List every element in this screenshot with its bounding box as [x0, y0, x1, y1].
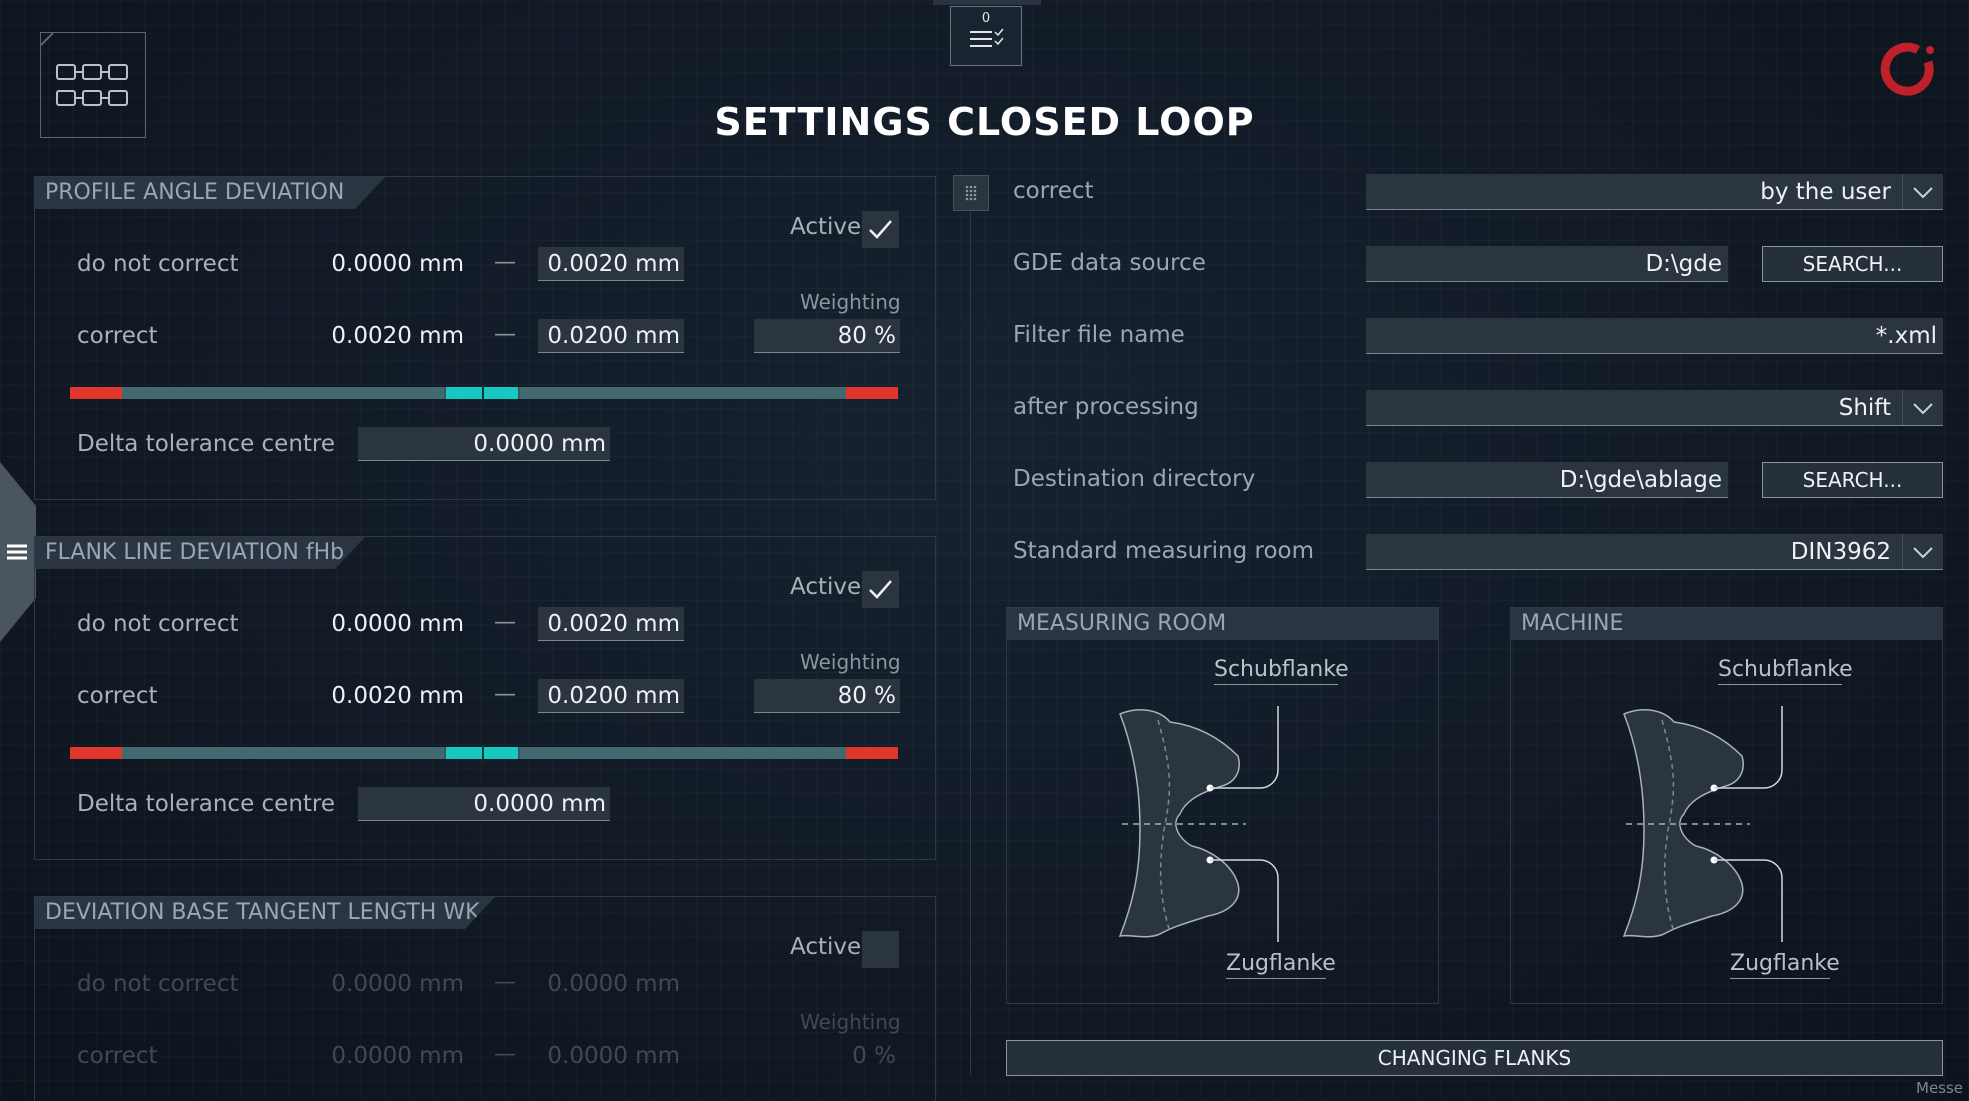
push-flank-label: Schubflanke [1718, 657, 1853, 685]
panel-header: MEASURING ROOM [1007, 608, 1438, 640]
destination-input[interactable]: D:\gde\ablage [1366, 462, 1728, 498]
weighting-label: Weighting [800, 290, 901, 314]
filter-label: Filter file name [1013, 322, 1185, 348]
dnc-from-value: 0.0000 mm [331, 251, 464, 277]
active-label: Active [790, 934, 862, 960]
do-not-correct-label: do not correct [77, 251, 239, 277]
range-dash: — [494, 970, 516, 995]
weighting-input[interactable]: 0 % [754, 1039, 900, 1073]
page-title: SETTINGS CLOSED LOOP [714, 100, 1255, 144]
brand-ring-icon [1880, 42, 1934, 96]
dnc-to-input[interactable]: 0.0020 mm [538, 607, 684, 641]
active-checkbox[interactable] [862, 211, 899, 248]
side-handle-shape [0, 462, 36, 642]
measuring-room-value: DIN3962 [1790, 539, 1891, 565]
correct-mode-select[interactable]: by the user [1366, 174, 1943, 210]
correct-mode-label: correct [1013, 178, 1094, 204]
gde-source-label: GDE data source [1013, 250, 1206, 276]
active-checkbox[interactable] [862, 931, 899, 968]
delta-input[interactable]: 0.0000 mm [358, 427, 610, 461]
dnc-from-value: 0.0000 mm [331, 971, 464, 997]
c-to-input[interactable]: 0.0000 mm [538, 1039, 684, 1073]
footer-note: Messe [1916, 1079, 1964, 1097]
measuring-room-select[interactable]: DIN3962 [1366, 534, 1943, 570]
checkmark-icon [869, 220, 892, 239]
gear-tooth-icon [1622, 706, 1783, 942]
dnc-to-input[interactable]: 0.0020 mm [538, 247, 684, 281]
range-dash: — [494, 610, 516, 635]
chevron-down-icon [1902, 534, 1943, 569]
task-queue-button[interactable]: 0 [950, 6, 1022, 66]
delta-input[interactable]: 0.0000 mm [358, 787, 610, 821]
queue-count: 0 [981, 11, 991, 26]
column-divider [970, 205, 971, 1075]
range-dash: — [494, 250, 516, 275]
gde-search-button[interactable]: SEARCH... [1762, 246, 1943, 282]
after-processing-value: Shift [1838, 395, 1891, 421]
active-checkbox[interactable] [862, 571, 899, 608]
tolerance-bar [70, 745, 898, 765]
after-processing-label: after processing [1013, 394, 1199, 420]
dnc-from-value: 0.0000 mm [331, 611, 464, 637]
weighting-label: Weighting [800, 1010, 901, 1034]
gear-tooth-diagram [1110, 700, 1300, 954]
c-from-value: 0.0020 mm [331, 683, 464, 709]
tolerance-bar-graphic [70, 745, 898, 761]
pull-flank-label: Zugflanke [1226, 951, 1336, 979]
gear-tooth-icon [1118, 706, 1279, 942]
active-label: Active [790, 574, 862, 600]
active-label: Active [790, 214, 862, 240]
c-to-input[interactable]: 0.0200 mm [538, 319, 684, 353]
section-header: DEVIATION BASE TANGENT LENGTH WK [35, 897, 495, 929]
correct-mode-value: by the user [1760, 179, 1891, 205]
top-tab-rail [933, 0, 1041, 5]
range-dash: — [494, 1042, 516, 1067]
do-not-correct-label: do not correct [77, 611, 239, 637]
drag-handle[interactable] [953, 175, 989, 211]
destination-search-button[interactable]: SEARCH... [1762, 462, 1943, 498]
correct-label: correct [77, 1043, 158, 1069]
list-check-icon [970, 28, 1004, 47]
delta-label: Delta tolerance centre [77, 791, 336, 817]
chevron-down-icon [1902, 390, 1943, 425]
brand-logo [1878, 40, 1940, 106]
measuring-room-label: Standard measuring room [1013, 538, 1314, 564]
grip-icon [965, 185, 977, 201]
delta-label: Delta tolerance centre [77, 431, 336, 457]
range-dash: — [494, 682, 516, 707]
dnc-to-input[interactable]: 0.0000 mm [538, 967, 684, 1001]
gear-tooth-diagram [1614, 700, 1804, 954]
gde-source-input[interactable]: D:\gde [1366, 246, 1728, 282]
section-header: PROFILE ANGLE DEVIATION fHα [35, 177, 385, 209]
weighting-input[interactable]: 80 % [754, 679, 900, 713]
c-from-value: 0.0020 mm [331, 323, 464, 349]
changing-flanks-button[interactable]: CHANGING FLANKS [1006, 1040, 1943, 1076]
correct-label: correct [77, 683, 158, 709]
weighting-label: Weighting [800, 650, 901, 674]
checkmark-icon [869, 580, 892, 599]
c-to-input[interactable]: 0.0200 mm [538, 679, 684, 713]
pull-flank-label: Zugflanke [1730, 951, 1840, 979]
c-from-value: 0.0000 mm [331, 1043, 464, 1069]
do-not-correct-label: do not correct [77, 971, 239, 997]
push-flank-label: Schubflanke [1214, 657, 1349, 685]
destination-label: Destination directory [1013, 466, 1256, 492]
side-menu-handle[interactable] [0, 462, 38, 642]
chevron-down-icon [1902, 174, 1943, 209]
correct-label: correct [77, 323, 158, 349]
tolerance-bar-graphic [70, 385, 898, 401]
weighting-input[interactable]: 80 % [754, 319, 900, 353]
filter-input[interactable]: *.xml [1366, 318, 1943, 354]
section-header: FLANK LINE DEVIATION fHb [35, 537, 365, 569]
tolerance-bar [70, 385, 898, 405]
panel-header: MACHINE [1511, 608, 1942, 640]
after-processing-select[interactable]: Shift [1366, 390, 1943, 426]
range-dash: — [494, 322, 516, 347]
